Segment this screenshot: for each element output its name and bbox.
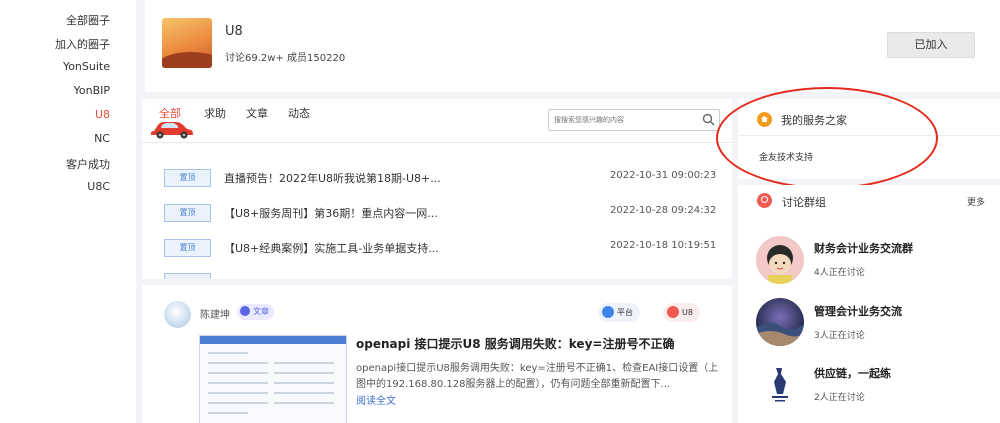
u8-icon [667, 306, 679, 318]
tag-label: 平台 [617, 308, 633, 317]
platform-icon [602, 306, 614, 318]
nav-item-yonsuite[interactable]: YonSuite [63, 60, 110, 73]
pinned-badge: 置顶 [164, 239, 211, 257]
topic-search[interactable] [548, 109, 720, 131]
group-avatar-finance[interactable] [756, 236, 804, 284]
tab-divider [142, 142, 732, 143]
topic-row[interactable]: 置顶 直播预告！2022年U8听我说第18期-U8+... 2022-10-31… [142, 165, 732, 189]
pinned-badge [164, 273, 211, 279]
tag-platform[interactable]: 平台 [598, 303, 640, 322]
circle-name: U8 [225, 24, 243, 39]
group-count: 4人正在讨论 [814, 268, 865, 278]
group-count: 2人正在讨论 [814, 393, 865, 403]
pinned-badge: 置顶 [164, 204, 211, 222]
topic-title[interactable]: 直播预告！2022年U8听我说第18期-U8+... [224, 170, 441, 186]
car-icon [151, 122, 193, 139]
tab-articles[interactable]: 文章 [246, 105, 268, 121]
nav-item-u8c[interactable]: U8C [87, 180, 110, 193]
post-card: 陈建坤 文章 平台 U8 openapi 接口提示U8 服务调用失败：key=注… [142, 285, 732, 423]
group-count: 3人正在讨论 [814, 331, 865, 341]
joined-button[interactable]: 已加入 [887, 32, 975, 58]
article-icon [240, 306, 250, 316]
search-icon[interactable] [702, 113, 715, 126]
tag-u8[interactable]: U8 [663, 303, 700, 322]
pinned-badge: 置顶 [164, 169, 211, 187]
group-name[interactable]: 管理会计业务交流 [814, 303, 902, 319]
nav-item-yonbip[interactable]: YonBIP [74, 84, 110, 97]
group-avatar-management[interactable] [756, 298, 804, 346]
topic-date: 2022-10-31 09:00:23 [610, 170, 717, 181]
group-name[interactable]: 财务会计业务交流群 [814, 240, 913, 256]
avatar[interactable] [164, 301, 191, 328]
topic-title[interactable]: 【U8+服务周刊】第36期！重点内容一网... [224, 205, 438, 221]
topic-row-partial [142, 267, 732, 279]
tab-help[interactable]: 求助 [204, 105, 226, 121]
left-nav: 全部圈子 加入的圈子 YonSuite YonBIP U8 NC 客户成功 U8… [0, 0, 136, 423]
topic-row[interactable]: 置顶 【U8+服务周刊】第36期！重点内容一网... 2022-10-28 09… [142, 200, 732, 224]
nav-item-joined-circles[interactable]: 加入的圈子 [55, 36, 110, 52]
circle-header: U8 讨论69.2w+ 成员150220 已加入 [145, 0, 1000, 92]
tab-updates[interactable]: 动态 [288, 105, 310, 121]
circle-stats: 讨论69.2w+ 成员150220 [225, 53, 346, 64]
read-more-link[interactable]: 阅读全文 [356, 392, 396, 407]
search-input[interactable] [554, 112, 694, 128]
nav-item-u8[interactable]: U8 [95, 108, 110, 121]
post-title[interactable]: openapi 接口提示U8 服务调用失败：key=注册号不正确 [356, 335, 674, 352]
topic-title[interactable]: 【U8+经典案例】实施工具-业务单据支持... [224, 240, 439, 256]
groups-more-link[interactable]: 更多 [967, 195, 985, 208]
post-excerpt: openapi接口提示U8服务调用失败：key=注册号不正确1、检查EAI接口设… [356, 363, 719, 390]
topic-row[interactable]: 置顶 【U8+经典案例】实施工具-业务单据支持... 2022-10-18 10… [142, 235, 732, 259]
nav-item-nc[interactable]: NC [94, 132, 110, 145]
post-type-label: 文章 [253, 307, 269, 316]
topic-list: 全部 求助 文章 动态 置顶 直播预告！2022年U8听我说第18期-U8+..… [142, 99, 732, 279]
annotation-circle [716, 87, 938, 189]
post-type-badge: 文章 [237, 304, 274, 320]
nav-item-all-circles[interactable]: 全部圈子 [66, 12, 110, 28]
post-thumbnail[interactable] [199, 335, 347, 423]
topic-date: 2022-10-18 10:19:51 [610, 240, 717, 251]
group-name[interactable]: 供应链，一起练 [814, 365, 891, 381]
post-author[interactable]: 陈建坤 [200, 306, 230, 321]
circle-avatar [162, 18, 212, 68]
tag-label: U8 [682, 308, 693, 317]
groups-title: 讨论群组 [782, 196, 826, 209]
nav-item-customer-success[interactable]: 客户成功 [66, 156, 110, 172]
group-avatar-supply-chain[interactable] [756, 360, 804, 408]
topic-date: 2022-10-28 09:24:32 [610, 205, 717, 216]
group-icon [757, 193, 772, 208]
discussion-groups: 讨论群组 更多 财务会计业务交流群 4人正在讨论 管理会计业务交流 3人正在讨论… [738, 185, 1000, 423]
